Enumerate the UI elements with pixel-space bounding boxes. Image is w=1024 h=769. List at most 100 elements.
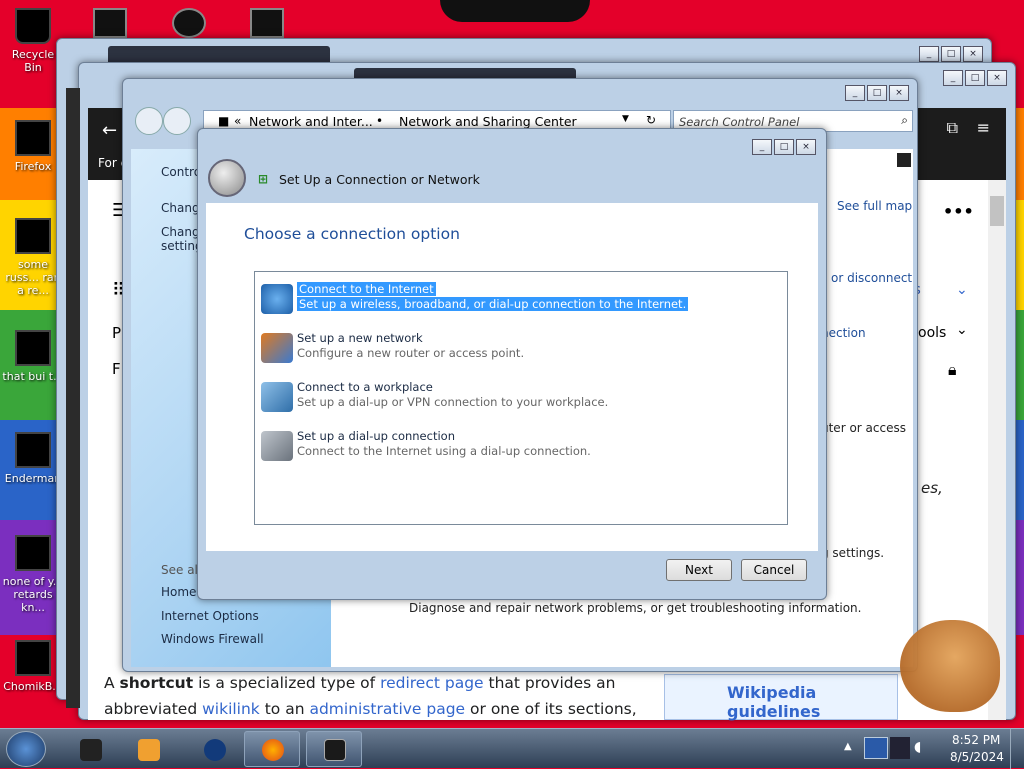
recycle-bin-icon bbox=[15, 8, 51, 44]
sidebar-windows-firewall[interactable]: Windows Firewall bbox=[161, 632, 264, 646]
back-nav-button[interactable] bbox=[135, 107, 163, 135]
maximize-icon[interactable]: □ bbox=[941, 46, 961, 62]
taskbar: ▲ ◖ 8:52 PM 8/5/2024 bbox=[0, 728, 1024, 769]
desktop-top-icon[interactable] bbox=[172, 8, 206, 38]
close-icon[interactable]: × bbox=[963, 46, 983, 62]
desktop-icon-enderman[interactable]: Enderman bbox=[2, 432, 64, 485]
options-list[interactable]: Connect to the Internet Set up a wireles… bbox=[254, 271, 788, 525]
close-icon[interactable]: × bbox=[889, 85, 909, 101]
maximize-icon[interactable]: □ bbox=[965, 70, 985, 86]
option-title: Set up a dial-up connection bbox=[297, 429, 455, 443]
maximize-icon[interactable]: □ bbox=[867, 85, 887, 101]
desktop-icon-chomik[interactable]: ChomikB... bbox=[2, 640, 64, 693]
desktop-icon-firefox[interactable]: Firefox bbox=[2, 120, 64, 173]
file-icon bbox=[15, 432, 51, 468]
desktop-icon-retards[interactable]: none of y... retards kn... bbox=[2, 535, 64, 614]
cancel-button[interactable]: Cancel bbox=[741, 559, 807, 581]
list-item[interactable]: Connect to the Internet Set up a wireles… bbox=[259, 280, 739, 320]
option-desc: Connect to the Internet using a dial-up … bbox=[297, 444, 591, 458]
next-button[interactable]: Next bbox=[666, 559, 732, 581]
list-item[interactable]: Set up a new network Configure a new rou… bbox=[259, 329, 739, 369]
desktop-top-icon[interactable] bbox=[93, 8, 127, 38]
show-desktop-button[interactable] bbox=[1010, 729, 1024, 769]
chevron-down-icon[interactable]: ⌄ bbox=[956, 322, 968, 338]
lock-icon: 🔒︎ bbox=[948, 360, 957, 379]
breadcrumb-sharing-center[interactable]: Network and Sharing Center bbox=[399, 114, 577, 129]
see-full-map-link[interactable]: See full map bbox=[837, 199, 912, 213]
minimize-icon[interactable]: _ bbox=[845, 85, 865, 101]
tray-monitor-icon[interactable] bbox=[890, 737, 910, 759]
minimize-icon[interactable]: _ bbox=[752, 139, 772, 155]
chevron-down-icon[interactable]: ▼ bbox=[622, 114, 629, 124]
hamster-sticker bbox=[900, 620, 1000, 712]
clock-time[interactable]: 8:52 PM bbox=[952, 733, 1000, 747]
list-item[interactable]: Set up a dial-up connection Connect to t… bbox=[259, 427, 739, 467]
dialog-title: Set Up a Connection or Network bbox=[279, 172, 480, 187]
globe-icon bbox=[261, 284, 293, 314]
sidebar-internet-options[interactable]: Internet Options bbox=[161, 609, 259, 623]
tray-chevron-icon[interactable]: ▲ bbox=[844, 741, 852, 752]
network-connection-link[interactable]: nection bbox=[821, 326, 866, 340]
tray-network-icon[interactable] bbox=[864, 737, 888, 759]
firefox-icon bbox=[15, 120, 51, 156]
desktop-top-icon[interactable] bbox=[250, 8, 284, 38]
dialog-heading: Choose a connection option bbox=[244, 225, 460, 243]
back-nav-button[interactable] bbox=[208, 159, 246, 197]
guidelines-title[interactable]: Wikipedia guidelines bbox=[727, 683, 897, 721]
network-icon: ⊞ bbox=[258, 172, 269, 186]
help-icon[interactable] bbox=[897, 153, 911, 167]
settings-text: g settings. bbox=[821, 546, 885, 560]
connect-disconnect-link[interactable]: or disconnect bbox=[831, 271, 912, 285]
refresh-icon[interactable]: ↻ bbox=[646, 113, 656, 127]
desktop-icon-russ[interactable]: some russ... ran a re... bbox=[2, 218, 64, 297]
dialog-body: Choose a connection option Connect to th… bbox=[206, 203, 818, 551]
minimize-icon[interactable]: _ bbox=[943, 70, 963, 86]
file-icon bbox=[15, 218, 51, 254]
window-edge bbox=[66, 88, 80, 708]
taskbar-media-player[interactable] bbox=[120, 731, 176, 767]
taskbar-firefox[interactable] bbox=[244, 731, 300, 767]
taskbar-app[interactable] bbox=[62, 731, 118, 767]
file-icon bbox=[15, 535, 51, 571]
list-item[interactable]: Connect to a workplace Set up a dial-up … bbox=[259, 378, 739, 418]
troubleshoot-text[interactable]: Diagnose and repair network problems, or… bbox=[409, 601, 861, 615]
clock-date[interactable]: 8/5/2024 bbox=[950, 750, 1004, 764]
es-text: es, bbox=[921, 479, 943, 497]
page-letter: P bbox=[112, 324, 122, 342]
taskbar-app[interactable] bbox=[186, 731, 242, 767]
wikilink-link[interactable]: wikilink bbox=[202, 700, 260, 718]
option-desc: Set up a wireless, broadband, or dial-up… bbox=[297, 297, 689, 311]
control-panel-icon: ■ bbox=[218, 114, 230, 128]
close-icon[interactable]: × bbox=[796, 139, 816, 155]
search-input[interactable]: Search Control Panel bbox=[679, 115, 799, 129]
option-desc: Configure a new router or access point. bbox=[297, 346, 525, 360]
option-desc: Set up a dial-up or VPN connection to yo… bbox=[297, 395, 609, 409]
menu-icon[interactable]: ≡ bbox=[977, 118, 990, 137]
extensions-icon[interactable]: ⧉ bbox=[947, 118, 958, 138]
more-icon[interactable]: ••• bbox=[943, 202, 974, 221]
back-button[interactable]: ← bbox=[102, 120, 117, 141]
sidebar-control-panel-home[interactable]: Contro bbox=[161, 165, 201, 179]
option-title: Connect to a workplace bbox=[297, 380, 433, 394]
folder-icon bbox=[15, 330, 51, 366]
nav-tools[interactable]: ools bbox=[918, 325, 946, 341]
desktop-icon-recycle-bin[interactable]: Recycle Bin bbox=[2, 8, 64, 74]
workplace-icon bbox=[261, 382, 293, 412]
option-title: Connect to the Internet bbox=[297, 282, 436, 296]
maximize-icon[interactable]: □ bbox=[774, 139, 794, 155]
tray-volume-icon[interactable]: ◖ bbox=[914, 739, 921, 755]
close-icon[interactable]: × bbox=[987, 70, 1007, 86]
redirect-page-link[interactable]: redirect page bbox=[380, 674, 484, 692]
forward-nav-button[interactable] bbox=[163, 107, 191, 135]
chevron-down-icon[interactable]: ⌄ bbox=[956, 282, 968, 298]
minimize-icon[interactable]: _ bbox=[919, 46, 939, 62]
administrative-page-link[interactable]: administrative page bbox=[309, 700, 465, 718]
search-icon[interactable]: ⌕ bbox=[901, 113, 908, 128]
breadcrumb-network-internet[interactable]: Network and Inter... bbox=[249, 114, 373, 129]
file-icon bbox=[15, 640, 51, 676]
taskbar-control-panel[interactable] bbox=[306, 731, 362, 767]
start-button[interactable] bbox=[6, 731, 46, 767]
setup-connection-dialog: _ □ × ⊞ Set Up a Connection or Network Cho… bbox=[197, 128, 827, 600]
desktop-icon-thatbuilt[interactable]: that bui t... bbox=[2, 330, 64, 383]
phone-icon bbox=[261, 431, 293, 461]
